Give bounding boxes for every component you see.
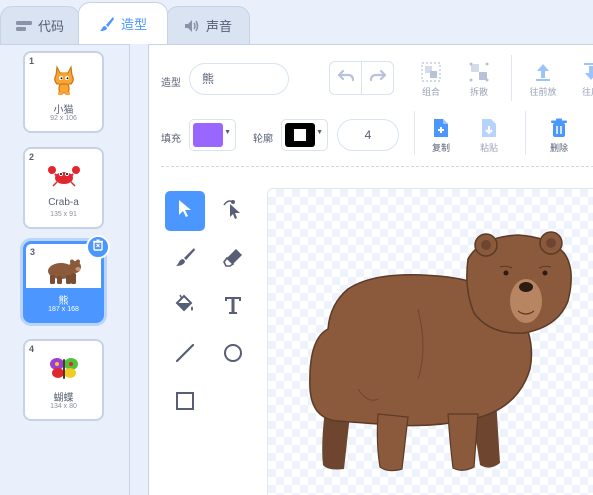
undo-redo-group (329, 61, 394, 95)
circle-tool[interactable] (213, 335, 253, 375)
eraser-tool[interactable] (213, 239, 253, 279)
stroke-width-input[interactable]: 4 (337, 119, 399, 151)
copy-button[interactable]: 复制 (421, 115, 461, 154)
paint-editor: 造型 熊 组合 拆散 往前放 往 填充 ▼ 轮廓 ▼ 4 复制 粘贴 删除 (148, 44, 593, 495)
copy-label: 复制 (431, 143, 450, 153)
toolbar-divider (525, 111, 526, 155)
bear-icon (26, 252, 101, 290)
backward-label: 往后 (581, 87, 593, 97)
backward-button[interactable]: 往后 (569, 59, 593, 98)
undo-button[interactable] (330, 62, 361, 94)
paint-canvas[interactable] (267, 188, 593, 495)
line-icon (174, 342, 196, 369)
rectangle-icon (174, 390, 196, 417)
tab-costumes[interactable]: 造型 (78, 2, 168, 44)
ungroup-icon (457, 59, 501, 85)
brush-icon (174, 246, 196, 273)
tab-sounds-label: 声音 (205, 19, 232, 34)
group-button[interactable]: 组合 (409, 59, 453, 98)
fill-icon (174, 294, 196, 321)
costume-name: 小猫 (53, 105, 74, 116)
copy-icon (421, 115, 461, 141)
fill-color-swatch (193, 123, 223, 147)
redo-icon (369, 69, 386, 87)
outline-color-swatch (285, 123, 315, 147)
tab-code[interactable]: 代码 (0, 6, 80, 44)
backward-icon (569, 59, 593, 85)
brush-tool[interactable] (165, 239, 205, 279)
select-tool[interactable] (165, 191, 205, 231)
text-icon (222, 294, 244, 321)
circle-icon (222, 342, 244, 369)
costume-size: 135 x 91 (50, 211, 77, 218)
forward-label: 往前放 (529, 87, 557, 97)
undo-icon (337, 69, 354, 87)
costume-item-cat[interactable]: 1 小猫 92 x 106 (23, 51, 104, 133)
reshape-icon (222, 198, 244, 225)
paste-button[interactable]: 粘贴 (469, 115, 509, 154)
outline-color-picker[interactable]: ▼ (281, 119, 328, 151)
delete-label: 删除 (549, 143, 568, 153)
costume-name-input[interactable]: 熊 (189, 63, 289, 95)
delete-button[interactable]: 删除 (539, 115, 579, 154)
toolbar-divider (511, 55, 512, 101)
trash-icon (539, 115, 579, 141)
paste-label: 粘贴 (479, 143, 498, 153)
costume-item-bear[interactable]: 3 熊 187 x 168 (23, 235, 110, 323)
ungroup-button[interactable]: 拆散 (457, 59, 501, 98)
costume-name-label: 造型 (161, 78, 181, 89)
fill-color-picker[interactable]: ▼ (189, 119, 236, 151)
eraser-icon (222, 246, 244, 273)
delete-costume-button[interactable] (86, 235, 110, 259)
cat-icon (25, 61, 102, 99)
reshape-tool[interactable] (213, 191, 253, 231)
costume-item-butterfly[interactable]: 4 蝴蝶 134 x 80 (23, 339, 104, 421)
costume-size: 92 x 106 (50, 115, 77, 122)
costume-name: 蝴蝶 (53, 393, 74, 404)
redo-button[interactable] (361, 62, 393, 94)
fill-label: 填充 (161, 134, 181, 145)
toolbar-divider (414, 111, 415, 155)
line-tool[interactable] (165, 335, 205, 375)
ungroup-label: 拆散 (469, 87, 488, 97)
code-icon (15, 20, 32, 32)
toolbar-divider (161, 166, 593, 167)
bear-illustration (309, 231, 572, 472)
trash-icon (92, 238, 104, 256)
select-icon (176, 199, 194, 224)
rectangle-tool[interactable] (165, 383, 205, 423)
forward-icon (521, 59, 565, 85)
costume-list: 1 小猫 92 x 106 2 Crab-a 135 x 91 3 熊 187 … (0, 44, 130, 495)
chevron-down-icon: ▼ (224, 129, 231, 136)
outline-label: 轮廓 (253, 134, 273, 145)
text-tool[interactable] (213, 287, 253, 327)
brush-icon (99, 16, 115, 32)
chevron-down-icon: ▼ (316, 129, 323, 136)
tab-code-label: 代码 (37, 19, 64, 34)
costume-size: 134 x 80 (50, 403, 77, 410)
costume-size: 187 x 168 (48, 306, 79, 313)
costume-name: 熊 (58, 296, 69, 307)
group-label: 组合 (421, 87, 440, 97)
tab-costumes-label: 造型 (120, 17, 147, 32)
costume-name: Crab-a (48, 197, 79, 208)
paste-icon (469, 115, 509, 141)
tab-sounds[interactable]: 声音 (166, 6, 250, 44)
fill-tool[interactable] (165, 287, 205, 327)
editor-tabs: 代码 造型 声音 (0, 0, 593, 44)
crab-icon (25, 157, 102, 195)
group-icon (409, 59, 453, 85)
costume-item-crab[interactable]: 2 Crab-a 135 x 91 (23, 147, 104, 229)
butterfly-icon (25, 349, 102, 387)
speaker-icon (184, 19, 200, 33)
forward-button[interactable]: 往前放 (521, 59, 565, 98)
